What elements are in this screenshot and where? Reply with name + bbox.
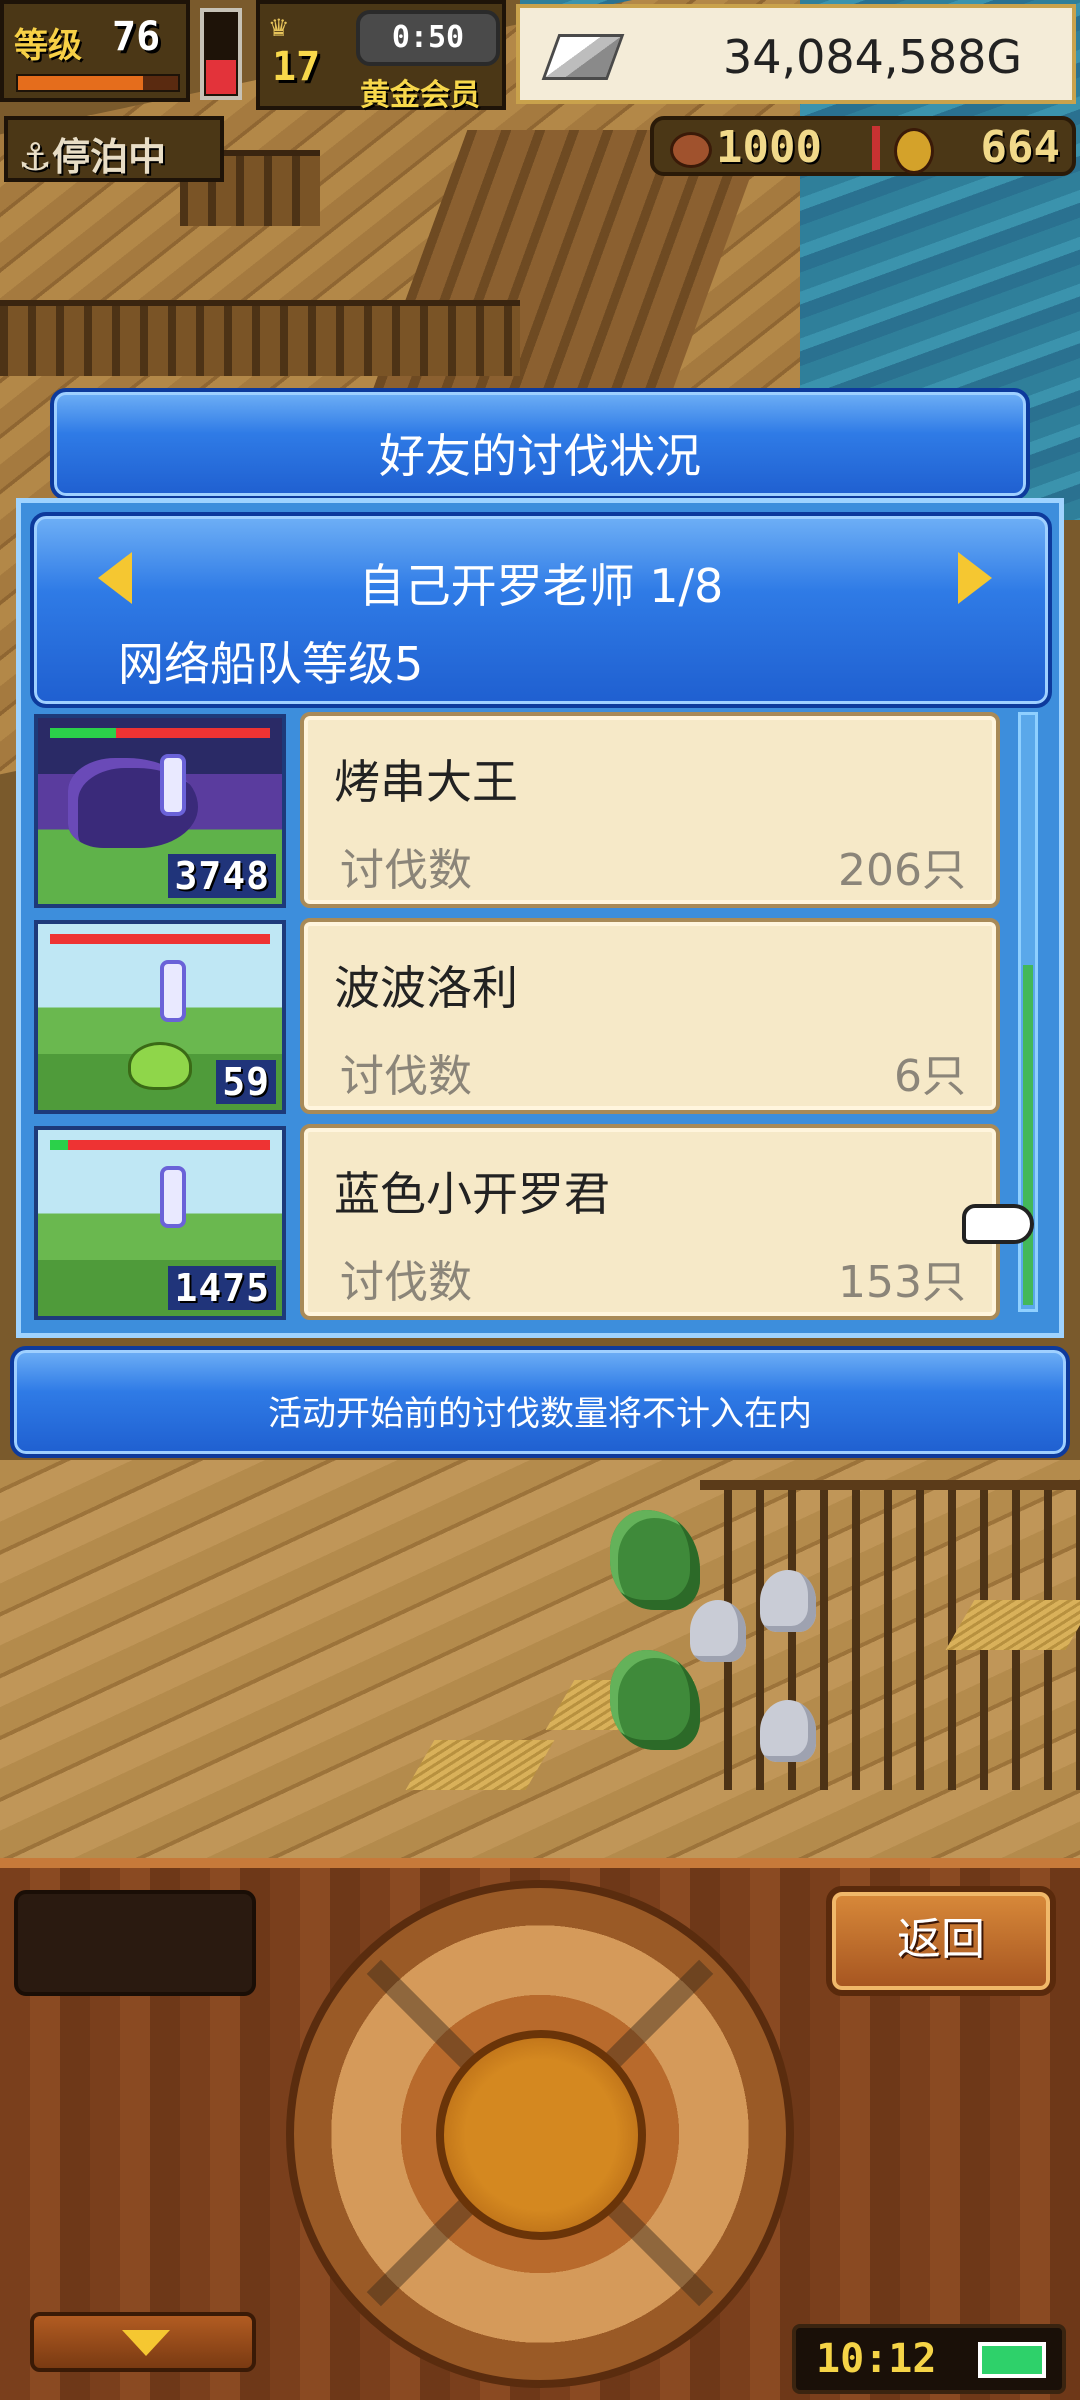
- thumb-count: 59: [216, 1060, 276, 1104]
- friend-card: 波波洛利 讨伐数 6只: [300, 918, 1000, 1114]
- friend-header: 自己开罗老师 1/8 网络船队等级5: [30, 512, 1052, 708]
- gold-value: 34,084,588G: [722, 30, 1022, 84]
- collapse-button[interactable]: [30, 2312, 256, 2372]
- anchor-icon: ⚓: [18, 135, 53, 179]
- clock-panel: 10:12: [792, 2324, 1066, 2394]
- defeat-label: 讨伐数: [340, 845, 472, 896]
- alert-icon: [160, 960, 186, 1022]
- timer: 0:50: [356, 10, 500, 66]
- scrollbar-thumb[interactable]: [1023, 965, 1033, 1305]
- anchor-status: ⚓停泊中: [4, 116, 224, 182]
- stamina-gauge: [200, 8, 242, 100]
- meat-icon: [670, 132, 712, 168]
- dialog-title: 好友的讨伐状况: [379, 429, 701, 483]
- defeat-count: 6只: [894, 1051, 966, 1102]
- exp-bar: [16, 74, 180, 92]
- info-screen: [14, 1890, 256, 1996]
- ghost-crew: [760, 1700, 816, 1762]
- resource-divider: [872, 126, 880, 170]
- silver-bar-icon: [541, 34, 625, 80]
- gold-panel: 34,084,588G: [516, 4, 1076, 104]
- friend-card-name: 波波洛利: [334, 961, 518, 1015]
- resource-panel: 1000 664: [650, 116, 1076, 176]
- level-label: 等级: [14, 26, 82, 66]
- hp-bar: [50, 934, 270, 944]
- ghost-crew: [760, 1570, 816, 1632]
- slime-sprite: [128, 1042, 192, 1090]
- notice-text: 活动开始前的讨伐数量将不计入在内: [268, 1394, 812, 1434]
- defeat-label: 讨伐数: [340, 1051, 472, 1102]
- dpad[interactable]: [286, 1880, 794, 2388]
- thumb-count: 1475: [168, 1266, 276, 1310]
- battle-thumbnail: 3748: [34, 714, 286, 908]
- list-item[interactable]: 1475 蓝色小开罗君 讨伐数 153只: [30, 1122, 1010, 1322]
- list-item[interactable]: 59 波波洛利 讨伐数 6只: [30, 916, 1010, 1116]
- fleet-level: 网络船队等级5: [118, 637, 424, 691]
- alert-icon: [160, 754, 186, 816]
- coin-icon: [894, 128, 934, 174]
- hp-bar: [50, 728, 270, 738]
- dock-fence: [0, 300, 520, 376]
- level-value: 76: [112, 14, 161, 60]
- list-item[interactable]: 3748 烤串大王 讨伐数 206只: [30, 710, 1010, 910]
- member-badge: 黄金会员: [360, 78, 480, 113]
- friend-card-name: 蓝色小开罗君: [334, 1167, 610, 1221]
- battle-thumbnail: 1475: [34, 1126, 286, 1320]
- friend-card: 烤串大王 讨伐数 206只: [300, 712, 1000, 908]
- friend-list: 3748 烤串大王 讨伐数 206只 59 波波洛利 讨伐数 6只 1475 蓝…: [30, 710, 1010, 1330]
- battery-icon: [978, 2342, 1046, 2378]
- notice-bar: 活动开始前的讨伐数量将不计入在内: [10, 1346, 1070, 1458]
- next-friend-button[interactable]: [958, 552, 992, 604]
- back-button[interactable]: 返回: [826, 1886, 1056, 1996]
- friend-card-name: 烤串大王: [334, 755, 518, 809]
- clock: 10:12: [816, 2336, 937, 2382]
- level-panel: 等级 76: [0, 0, 190, 102]
- battle-thumbnail: 59: [34, 920, 286, 1114]
- ghost-crew: [690, 1600, 746, 1662]
- rank-value: 17: [272, 44, 321, 90]
- alert-icon: [160, 1166, 186, 1228]
- dialog-title-bar: 好友的讨伐状况: [50, 388, 1030, 500]
- chevron-down-icon: [122, 2330, 170, 2356]
- friend-name: 自己开罗老师 1/8: [358, 559, 724, 613]
- pointing-hand-icon: [962, 1204, 1034, 1244]
- defeat-count: 153只: [838, 1257, 966, 1308]
- defeat-count: 206只: [838, 845, 966, 896]
- status-label: 停泊中: [52, 135, 167, 179]
- rank-icon: ♛: [268, 14, 290, 42]
- defeat-label: 讨伐数: [340, 1257, 472, 1308]
- coin-count: 664: [980, 122, 1060, 173]
- rank-panel: ♛ 17 0:50 黄金会员: [256, 0, 506, 113]
- friend-card: 蓝色小开罗君 讨伐数 153只: [300, 1124, 1000, 1320]
- meat-count: 1000: [716, 122, 822, 173]
- thumb-count: 3748: [168, 854, 276, 898]
- dpad-center-button[interactable]: [436, 2030, 646, 2240]
- hp-bar: [50, 1140, 270, 1150]
